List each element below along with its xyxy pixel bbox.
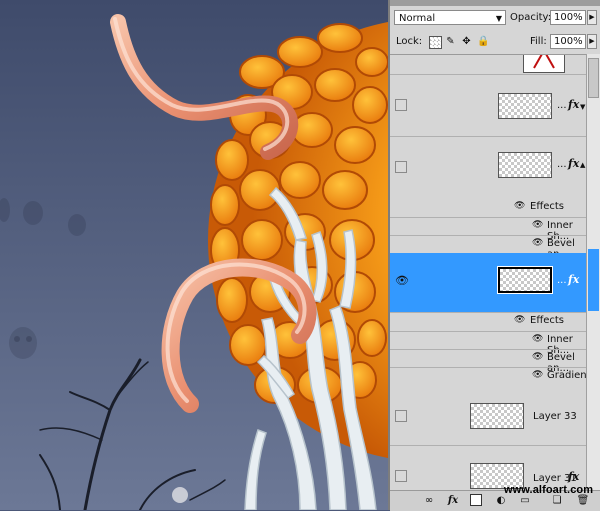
layers-scrollbar[interactable]	[586, 54, 600, 490]
fx-icon[interactable]: fx	[446, 494, 460, 507]
eye-icon[interactable]: 👁	[395, 275, 409, 287]
layers-list: ... fx ▼ ... fx ▲ 👁 Effects 👁 Inner Sh..…	[390, 54, 586, 491]
layer-thumbnail	[523, 55, 565, 73]
lock-label: Lock:	[396, 36, 423, 47]
eye-icon[interactable]: 👁	[532, 370, 543, 380]
layer-row[interactable]: ... fx ▼	[390, 75, 586, 137]
effect-item[interactable]: 👁 Bevel an...	[390, 235, 586, 260]
eye-icon[interactable]: 👁	[514, 201, 525, 211]
eye-icon[interactable]: 👁	[514, 315, 525, 325]
lock-transparency-icon[interactable]	[429, 36, 442, 49]
layer-thumbnail	[470, 403, 524, 429]
artwork-illustration	[0, 0, 388, 510]
red-lines-thumbnail-icon	[533, 55, 555, 69]
effect-item[interactable]: 👁 Gradient ...	[390, 367, 586, 392]
layer-name: ...	[557, 275, 567, 286]
brush-icon[interactable]: ✎	[445, 36, 456, 47]
eye-icon[interactable]: 👁	[532, 220, 543, 230]
expand-up-icon[interactable]: ▲	[580, 161, 585, 169]
effects-header[interactable]: 👁 Effects	[390, 199, 586, 217]
blend-mode-dropdown[interactable]: Normal ▼	[394, 10, 506, 25]
expand-down-icon[interactable]: ▼	[580, 103, 585, 111]
layer-row[interactable]: Layer 33	[390, 386, 586, 446]
fx-icon[interactable]: fx	[568, 157, 579, 170]
layer-name: ...	[557, 159, 567, 170]
effects-header[interactable]: 👁 Effects	[390, 313, 586, 331]
canvas-artwork[interactable]	[0, 0, 388, 510]
visibility-toggle[interactable]	[395, 410, 407, 422]
eye-icon[interactable]: 👁	[532, 238, 543, 248]
layer-name: ...	[557, 100, 567, 111]
visibility-toggle[interactable]	[395, 470, 407, 482]
watermark: www.alfoart.com	[504, 484, 594, 496]
fill-input[interactable]: 100%	[550, 34, 586, 49]
fill-label: Fill:	[530, 36, 547, 47]
scrollbar-thumb[interactable]	[588, 58, 599, 98]
visibility-toggle[interactable]	[395, 99, 407, 111]
eye-icon[interactable]: 👁	[532, 352, 543, 362]
effect-item[interactable]: 👁 Inner Sh...	[390, 331, 586, 356]
link-icon[interactable]: ∞	[422, 494, 436, 507]
layer-row-partial[interactable]	[390, 55, 586, 75]
scrollbar-selection-marker	[588, 249, 599, 311]
effect-item[interactable]: 👁 Bevel an...	[390, 349, 586, 374]
layer-thumbnail	[498, 152, 552, 178]
layer-name: Layer 33	[533, 411, 577, 422]
panel-tab-strip	[390, 0, 600, 6]
fx-icon[interactable]: fx	[568, 470, 579, 483]
effects-label: Effects	[530, 315, 564, 326]
opacity-slider-arrow-icon[interactable]: ▶	[587, 10, 597, 25]
fill-slider-arrow-icon[interactable]: ▶	[587, 34, 597, 49]
visibility-toggle[interactable]	[395, 161, 407, 173]
blend-mode-value: Normal	[399, 13, 436, 24]
layer-thumbnail	[498, 93, 552, 119]
move-icon[interactable]: ✥	[461, 36, 472, 47]
layer-thumbnail	[497, 266, 553, 294]
fx-icon[interactable]: fx	[568, 273, 579, 286]
opacity-label: Opacity:	[510, 12, 552, 23]
chevron-down-icon: ▼	[495, 14, 502, 23]
layer-row[interactable]: ... fx ▲	[390, 137, 586, 199]
effect-item[interactable]: 👁 Inner Sh...	[390, 217, 586, 242]
mask-icon[interactable]	[470, 494, 482, 506]
opacity-input[interactable]: 100%	[550, 10, 586, 25]
eye-icon[interactable]: 👁	[532, 334, 543, 344]
layer-row-selected[interactable]: 👁 ... fx	[390, 253, 586, 313]
layers-panel: Normal ▼ Opacity: 100% ▶ Lock: ✎ ✥ 🔒 Fil…	[388, 0, 600, 511]
effects-label: Effects	[530, 201, 564, 212]
fx-icon[interactable]: fx	[568, 98, 579, 111]
padlock-icon[interactable]: 🔒	[477, 36, 489, 47]
